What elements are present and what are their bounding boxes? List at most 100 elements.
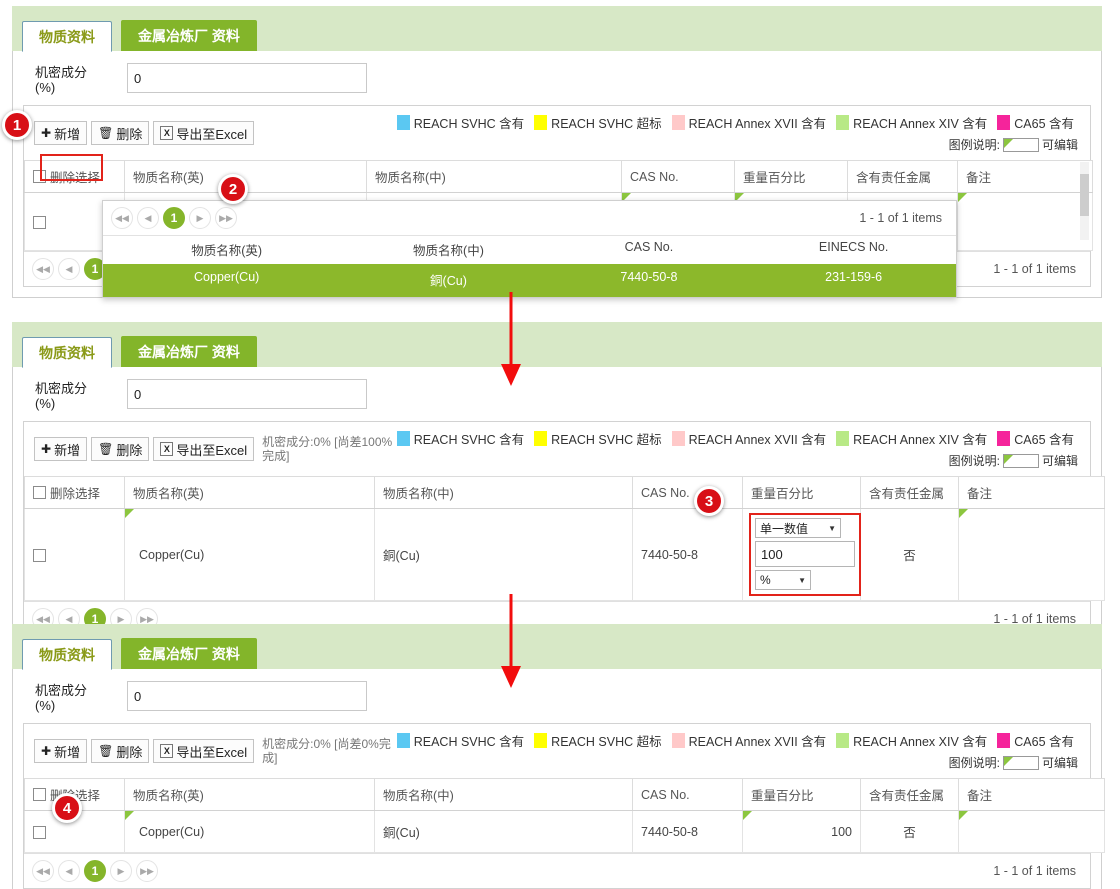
legend-swatch: [671, 733, 685, 748]
weight-type-value: 单一数值: [760, 521, 809, 536]
legend-item: REACH Annex XVII 含有: [671, 429, 827, 448]
legend-label: REACH SVHC 超标: [551, 433, 662, 447]
next-page-icon[interactable]: ▶: [189, 207, 211, 229]
prev-page-icon[interactable]: ◀: [137, 207, 159, 229]
delete-button[interactable]: 🗑 删除: [91, 739, 150, 763]
tab-label: 金属冶炼厂 资料: [138, 28, 240, 44]
legend-item: REACH Annex XIV 含有: [836, 429, 987, 448]
th-cas: CAS No.: [632, 476, 743, 509]
screenshot-root: 物质资料 金属冶炼厂 资料 机密成分 (%) ✚ 新增: [0, 0, 1120, 889]
legend-note-prefix: 图例说明:: [948, 138, 1000, 152]
last-page-icon[interactable]: ▶▶: [215, 207, 237, 229]
cell-value: 銅(Cu): [383, 826, 420, 840]
weight-type-select[interactable]: 单一数值 ▼: [755, 518, 841, 538]
substance-suggestion-dropdown[interactable]: ◀◀ ◀ 1 ▶ ▶▶ 1 - 1 of 1 items 物质名称(英) 物质名…: [102, 200, 957, 298]
tab-label: 物质资料: [39, 29, 95, 45]
panel-step-4: 物质资料 金属冶炼厂 资料 机密成分 (%) ✚ 新增: [12, 624, 1105, 889]
next-page-icon[interactable]: ▶: [110, 860, 132, 882]
legend-label: REACH Annex XVII 含有: [688, 433, 827, 447]
first-page-icon[interactable]: ◀◀: [32, 860, 54, 882]
th-label: CAS No.: [641, 485, 690, 500]
confidential-input[interactable]: [127, 63, 367, 93]
export-excel-button[interactable]: X 导出至Excel: [153, 437, 255, 461]
select-all-checkbox[interactable]: [33, 788, 46, 801]
last-page-icon[interactable]: ▶▶: [136, 860, 158, 882]
prev-page-icon[interactable]: ◀: [58, 860, 80, 882]
pager-count: 1 - 1 of 1 items: [993, 864, 1076, 878]
tab-substance-data[interactable]: 物质资料: [22, 337, 112, 368]
step-badge-3: 3: [694, 486, 724, 516]
add-button[interactable]: ✚ 新增: [34, 437, 88, 461]
first-page-icon[interactable]: ◀◀: [111, 207, 133, 229]
tab-smelter-data[interactable]: 金属冶炼厂 资料: [121, 638, 257, 669]
cell-value: 否: [903, 549, 916, 563]
delete-button[interactable]: 🗑 删除: [91, 437, 150, 461]
page-number-1[interactable]: 1: [84, 860, 106, 882]
legend-swatch: [671, 431, 685, 446]
delete-button-label: 删除: [116, 744, 143, 760]
export-button-label: 导出至Excel: [176, 126, 248, 142]
weight-editor: 单一数值 ▼ % ▼: [749, 513, 861, 596]
dd-th-name-en: 物质名称(英): [191, 244, 263, 258]
tab-smelter-data[interactable]: 金属冶炼厂 资料: [121, 336, 257, 367]
grid-table-3: 删除选择 物质名称(英) 物质名称(中) CAS No. 重量百分比 含有责任金…: [24, 778, 1105, 853]
legend-3: REACH SVHC 含有 REACH SVHC 超标 REACH Annex …: [396, 731, 1084, 771]
editable-marker-icon: [1002, 453, 1039, 468]
legend-swatch: [836, 733, 850, 748]
th-name-cn: 物质名称(中): [374, 778, 633, 811]
cell-value: Copper(Cu): [139, 824, 205, 839]
th-label: CAS No.: [630, 169, 679, 184]
grid-scrollbar-thumb[interactable]: [1080, 174, 1089, 216]
legend-swatch: [396, 115, 410, 130]
th-select: 删除选择: [24, 476, 125, 509]
cell-name-en: Copper(Cu): [124, 810, 375, 853]
tab-substance-data[interactable]: 物质资料: [22, 639, 112, 670]
delete-button[interactable]: 🗑 删除: [91, 121, 150, 145]
dd-cell-cas: 7440-50-8: [620, 270, 678, 284]
add-button[interactable]: ✚ 新增: [34, 121, 88, 145]
row-checkbox[interactable]: [33, 215, 46, 229]
add-button[interactable]: ✚ 新增: [34, 739, 88, 763]
dropdown-option-row[interactable]: Copper(Cu) 銅(Cu) 7440-50-8 231-159-6: [103, 264, 956, 297]
legend-note: 图例说明: 可编辑: [397, 754, 1080, 771]
cell-remark: [958, 810, 1105, 853]
excel-icon: X: [160, 126, 174, 140]
th-label: 含有责任金属: [856, 171, 932, 185]
legend-swatch: [997, 431, 1011, 446]
prev-page-icon[interactable]: ◀: [58, 258, 80, 280]
th-remark: 备注: [958, 778, 1105, 811]
weight-value-input[interactable]: [755, 541, 855, 567]
th-label: 备注: [966, 171, 992, 185]
th-label: 物质名称(中): [375, 171, 446, 185]
select-all-checkbox[interactable]: [33, 170, 46, 183]
table-header-row: 删除选择 物质名称(英) 物质名称(中) CAS No. 重量百分比 含有责任金…: [24, 476, 1105, 509]
grid-toolbar-2: ✚ 新增 🗑 删除 X 导出至Excel 机密成分:0% [尚差100%完成]: [24, 422, 1090, 476]
th-metal: 含有责任金属: [860, 476, 959, 509]
export-excel-button[interactable]: X 导出至Excel: [153, 121, 255, 145]
row-checkbox[interactable]: [33, 825, 46, 839]
cell-metal: 否: [860, 810, 959, 853]
grid-table-2: 删除选择 物质名称(英) 物质名称(中) CAS No. 重量百分比 含有责任金…: [24, 476, 1105, 601]
tab-label: 物质资料: [39, 345, 95, 361]
cell-remark: [957, 192, 1093, 251]
legend-label: REACH SVHC 含有: [413, 433, 525, 447]
weight-unit-select[interactable]: % ▼: [755, 570, 811, 590]
confidential-label-line2: (%): [35, 698, 56, 713]
tab-smelter-data[interactable]: 金属冶炼厂 资料: [121, 20, 257, 51]
select-all-checkbox[interactable]: [33, 486, 46, 499]
cell-remark: [958, 508, 1105, 601]
confidential-input[interactable]: [127, 681, 367, 711]
page-number-1[interactable]: 1: [163, 207, 185, 229]
excel-icon: X: [160, 442, 174, 456]
row-checkbox[interactable]: [33, 548, 46, 562]
export-excel-button[interactable]: X 导出至Excel: [153, 739, 255, 763]
tab-substance-data[interactable]: 物质资料: [22, 21, 112, 52]
first-page-icon[interactable]: ◀◀: [32, 258, 54, 280]
confidential-label: 机密成分 (%): [35, 681, 127, 713]
legend-note-prefix: 图例说明:: [948, 756, 1000, 770]
th-weight: 重量百分比: [734, 160, 848, 193]
add-button-label: 新增: [54, 126, 81, 142]
confidential-input[interactable]: [127, 379, 367, 409]
confidential-label-line2: (%): [35, 80, 56, 95]
legend-label: REACH Annex XVII 含有: [688, 735, 827, 749]
